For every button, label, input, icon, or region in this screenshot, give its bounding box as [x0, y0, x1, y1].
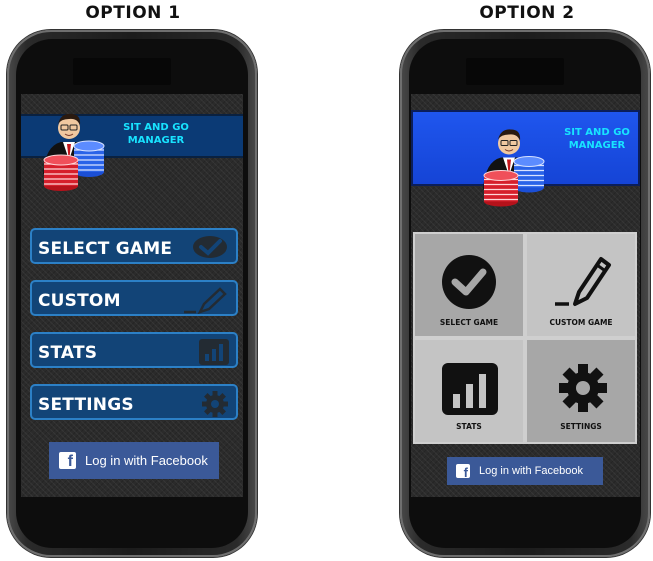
manager-mascot-icon	[483, 129, 545, 207]
facebook-login-button[interactable]: f Log in with Facebook	[49, 442, 219, 479]
app-screen: SIT AND GO MANAGER SELECT GAME CUSTOM	[21, 94, 243, 497]
gear-icon	[559, 364, 607, 412]
custom-game-tile-label: CUSTOM GAME	[549, 318, 613, 327]
stats-button[interactable]: STATS	[30, 332, 238, 368]
bar-chart-icon	[442, 363, 498, 415]
phone-speaker	[73, 58, 171, 85]
bar-chart-icon	[199, 339, 229, 365]
phone-bezel: SIT AND GO MANAGER SELECT GAME CUSTOM	[409, 39, 641, 548]
phone-bezel: SIT AND GO MANAGER SELECT GAME CUSTOM	[16, 39, 248, 548]
facebook-icon: f	[59, 452, 76, 470]
phone-frame-option-2: SIT AND GO MANAGER SELECT GAME CUSTOM GA…	[400, 30, 650, 557]
app-title: SIT AND GO MANAGER	[116, 121, 196, 147]
facebook-login-label: Log in with Facebook	[85, 453, 208, 468]
stats-tile[interactable]: STATS	[413, 338, 525, 444]
select-game-button[interactable]: SELECT GAME	[30, 228, 238, 264]
gear-icon	[202, 391, 228, 417]
app-title-line-1: SIT AND GO	[123, 122, 189, 133]
facebook-login-label: Log in with Facebook	[479, 465, 583, 477]
manager-mascot-icon	[43, 113, 105, 191]
app-screen: SIT AND GO MANAGER SELECT GAME CUSTOM	[411, 94, 640, 497]
checkmark-circle-icon	[442, 255, 496, 309]
custom-game-tile[interactable]: CUSTOM GAME	[525, 232, 637, 338]
custom-button[interactable]: CUSTOM	[30, 280, 238, 316]
checkmark-circle-icon	[193, 236, 227, 258]
phone-frame-option-1: SIT AND GO MANAGER SELECT GAME CUSTOM ST…	[7, 30, 257, 557]
app-title-line-1: SIT AND GO	[564, 127, 630, 138]
facebook-icon: f	[456, 464, 470, 480]
app-title-line-2: MANAGER	[127, 135, 185, 146]
facebook-login-button[interactable]: f Log in with Facebook	[447, 457, 603, 485]
app-banner: SIT AND GO MANAGER	[21, 113, 243, 191]
settings-tile-label: SETTINGS	[560, 422, 602, 431]
stats-tile-label: STATS	[456, 422, 482, 431]
stats-label: STATS	[38, 343, 98, 363]
option-1-title: OPTION 1	[85, 3, 181, 23]
phone-speaker	[466, 58, 564, 85]
select-game-tile[interactable]: SELECT GAME	[413, 232, 525, 338]
option-2-title: OPTION 2	[479, 3, 575, 23]
settings-tile[interactable]: SETTINGS	[525, 338, 637, 444]
custom-label: CUSTOM	[38, 291, 121, 311]
pencil-icon	[184, 287, 227, 315]
select-game-tile-label: SELECT GAME	[439, 318, 499, 327]
app-title-line-2: MANAGER	[568, 140, 626, 151]
settings-label: SETTINGS	[38, 395, 134, 415]
settings-button[interactable]: SETTINGS	[30, 384, 238, 420]
pencil-icon	[555, 257, 611, 306]
app-title: SIT AND GO MANAGER	[551, 126, 643, 152]
app-banner: SIT AND GO MANAGER	[411, 110, 643, 207]
select-game-label: SELECT GAME	[38, 239, 173, 259]
